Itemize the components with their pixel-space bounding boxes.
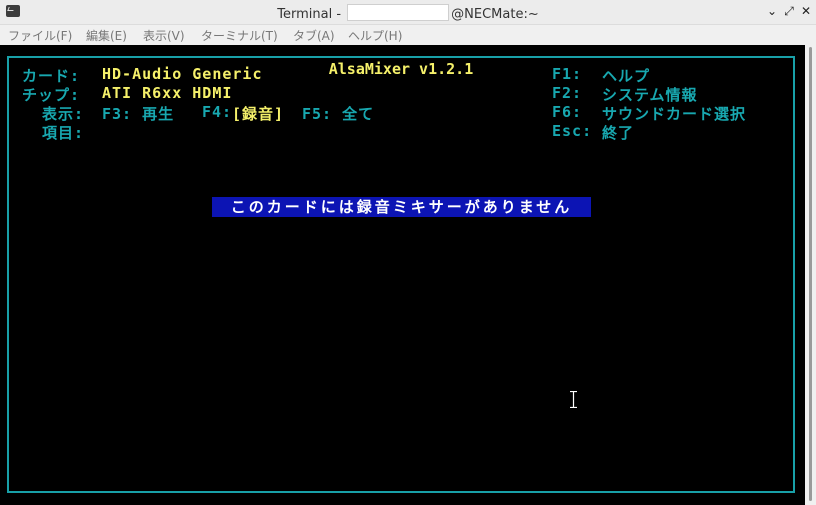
- view-capture-selected[interactable]: [録音]: [232, 103, 284, 124]
- view-all[interactable]: F5: 全て: [302, 103, 374, 124]
- minimize-icon[interactable]: ⌄: [764, 3, 780, 19]
- close-icon[interactable]: ✕: [798, 3, 814, 19]
- chip-value: ATI R6xx HDMI: [102, 84, 233, 102]
- window-title: Terminal - @NECMate:~: [0, 4, 816, 22]
- card-value: HD-Audio Generic: [102, 65, 263, 83]
- help-f2-value: システム情報: [602, 86, 698, 104]
- view-label: 表示:: [42, 105, 85, 123]
- terminal-scrollbar[interactable]: [805, 45, 816, 505]
- window-title-suffix: @NECMate:~: [451, 7, 539, 22]
- window-titlebar[interactable]: Terminal - @NECMate:~ ⌄ ⤢ ✕: [0, 0, 816, 25]
- help-f1-value: ヘルプ: [602, 67, 651, 85]
- no-capture-mixer-message: このカードには録音ミキサーがありません: [212, 197, 591, 217]
- help-f1-key: F1:: [552, 65, 583, 83]
- scrollbar-thumb[interactable]: [809, 47, 812, 501]
- redacted-username: [347, 4, 450, 21]
- item-label: 項目:: [42, 124, 85, 142]
- menu-tabs[interactable]: タブ(A): [293, 27, 335, 44]
- window-title-prefix: Terminal -: [277, 7, 346, 22]
- view-playback[interactable]: F3: 再生: [102, 103, 174, 124]
- maximize-icon[interactable]: ⤢: [781, 3, 797, 19]
- menu-file[interactable]: ファイル(F): [8, 27, 72, 44]
- help-esc-key: Esc:: [552, 122, 593, 140]
- menu-bar: ファイル(F) 編集(E) 表示(V) ターミナル(T) タブ(A) ヘルプ(H…: [0, 25, 816, 45]
- menu-view[interactable]: 表示(V): [143, 27, 185, 44]
- help-f6-key: F6:: [552, 103, 583, 121]
- help-f6-value: サウンドカード選択: [602, 105, 747, 123]
- alsamixer-title: AlsaMixer v1.2.1: [320, 60, 482, 78]
- ibeam-cursor-icon: [570, 391, 577, 408]
- menu-edit[interactable]: 編集(E): [86, 27, 127, 44]
- card-label: カード:: [22, 67, 81, 85]
- chip-label: チップ:: [22, 86, 81, 104]
- view-capture-key[interactable]: F4:: [202, 103, 232, 121]
- help-esc-value: 終了: [602, 124, 635, 142]
- menu-terminal[interactable]: ターミナル(T): [201, 27, 278, 44]
- terminal-screen[interactable]: AlsaMixer v1.2.1 カード: HD-Audio Generic チ…: [0, 45, 805, 505]
- help-f2-key: F2:: [552, 84, 583, 102]
- menu-help[interactable]: ヘルプ(H): [348, 27, 402, 44]
